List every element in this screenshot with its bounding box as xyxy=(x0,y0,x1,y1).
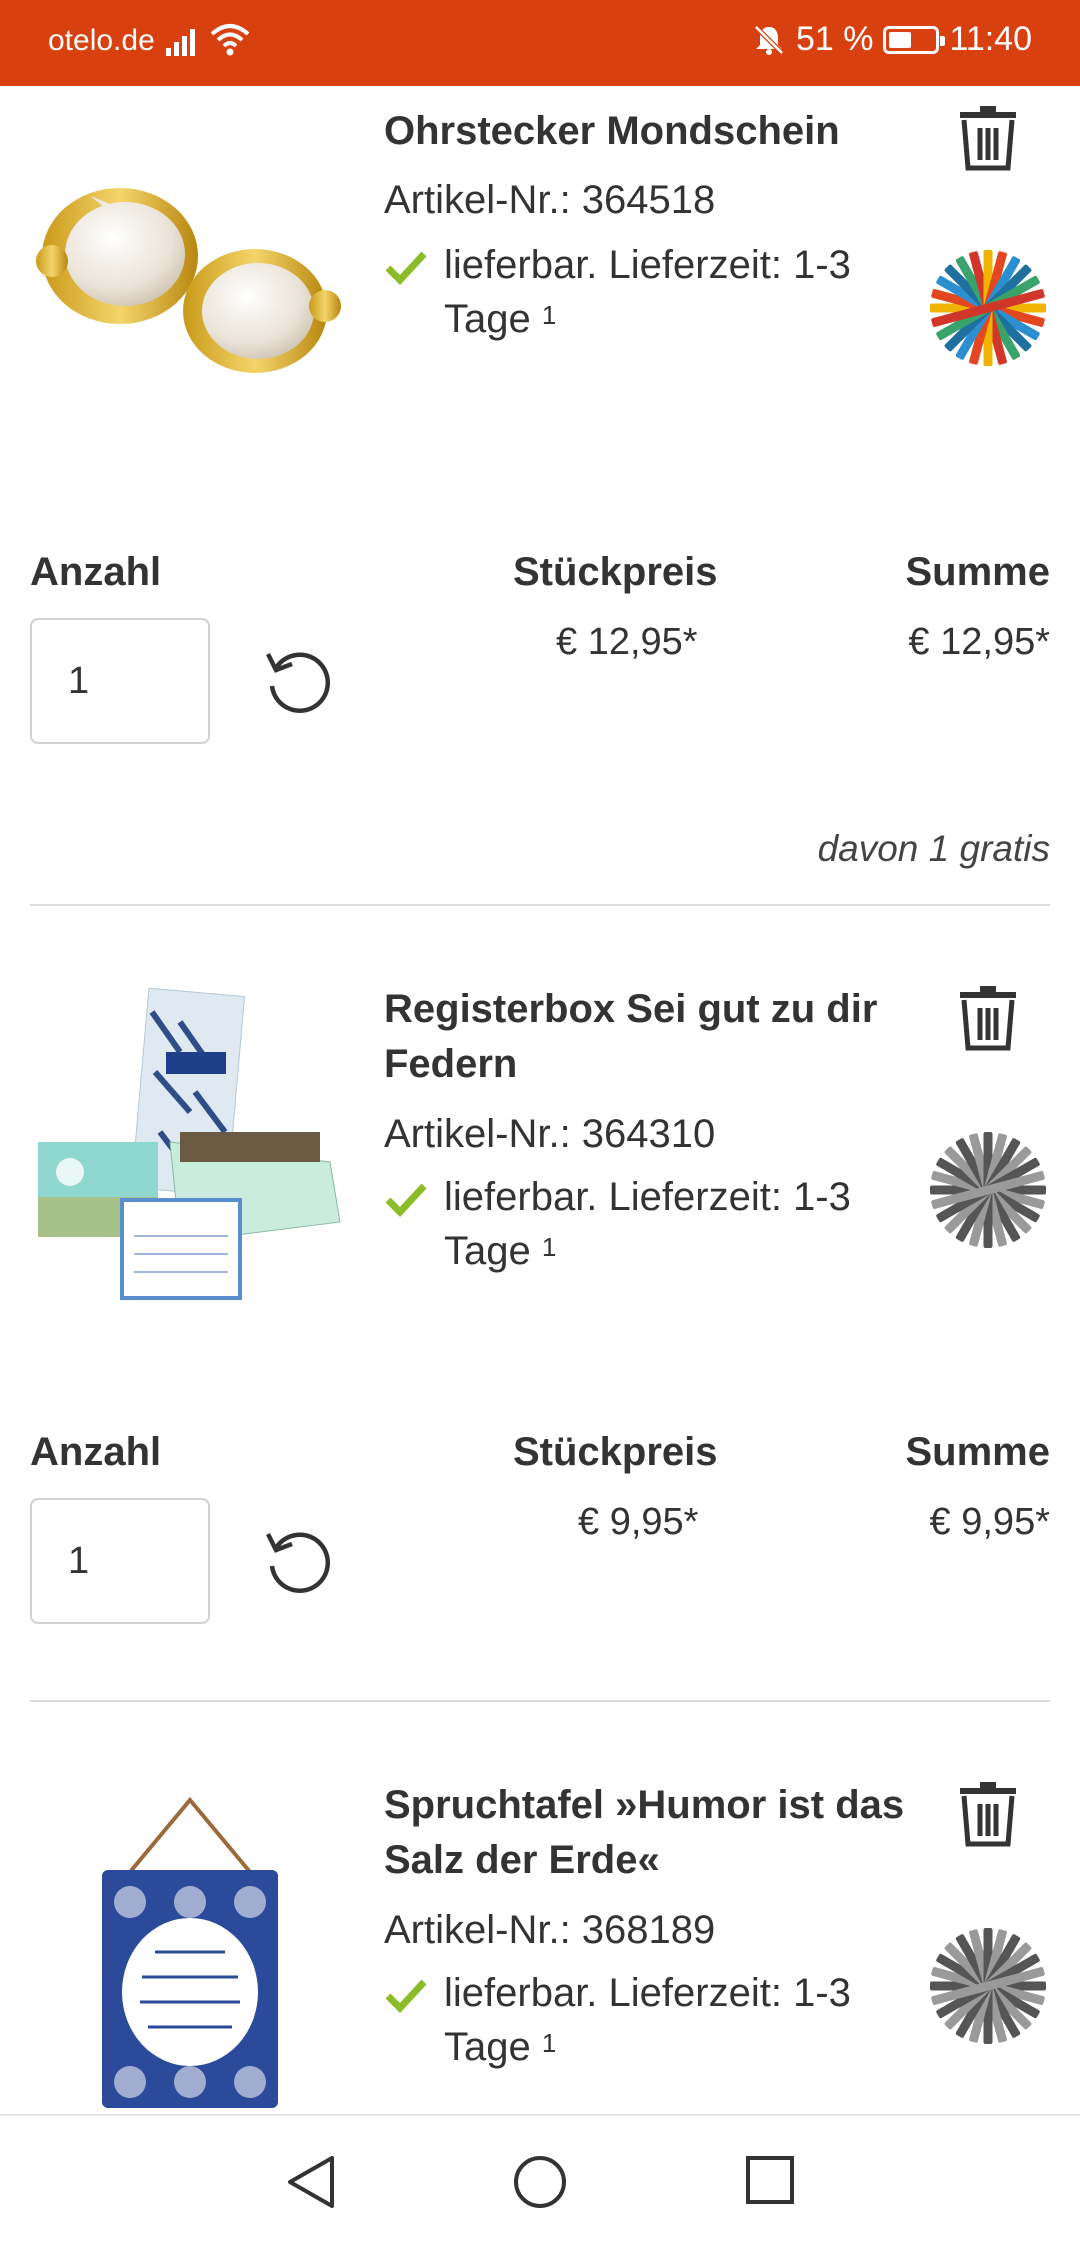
quantity-label: Anzahl xyxy=(30,1430,162,1474)
availability-text: lieferbar. Lieferzeit: 1-3 Tage xyxy=(444,243,851,341)
footnote-marker: 1 xyxy=(541,2028,557,2058)
availability: lieferbar. Lieferzeit: 1-3 Tage 1 xyxy=(384,1170,904,1278)
unit-price-label: Stückpreis xyxy=(513,1430,718,1474)
colorful-star-badge-icon xyxy=(930,250,1046,366)
cart-item: Spruchtafel »Humor ist das Salz der Erde… xyxy=(0,1702,1080,2114)
availability: lieferbar. Lieferzeit: 1-3 Tage 1 xyxy=(384,1966,904,2074)
availability-text: lieferbar. Lieferzeit: 1-3 Tage xyxy=(444,1175,851,1273)
product-title[interactable]: Registerbox Sei gut zu dir Federn xyxy=(384,982,924,1092)
trash-icon[interactable] xyxy=(956,1782,1020,1848)
total-price: € 9,95* xyxy=(929,1501,1050,1543)
product-title[interactable]: Spruchtafel »Humor ist das Salz der Erde… xyxy=(384,1778,924,1888)
status-right: 51 % 11:40 xyxy=(752,20,1032,59)
product-image-register-box[interactable] xyxy=(30,982,350,1302)
check-icon xyxy=(385,251,427,286)
check-icon xyxy=(385,1183,427,1218)
signal-icon xyxy=(166,29,195,56)
article-number: Artikel-Nr.: 364518 xyxy=(384,178,716,222)
quantity-input[interactable]: 1 xyxy=(30,1498,210,1624)
trash-icon[interactable] xyxy=(956,986,1020,1052)
product-image-earrings[interactable] xyxy=(30,126,350,446)
total-label: Summe xyxy=(905,1430,1051,1474)
home-circle-icon[interactable] xyxy=(512,2154,568,2210)
unit-price-label: Stückpreis xyxy=(513,550,718,594)
battery-fill xyxy=(889,31,912,48)
total-price: € 12,95* xyxy=(908,621,1050,663)
quantity-label: Anzahl xyxy=(30,550,162,594)
back-triangle-icon[interactable] xyxy=(284,2154,338,2210)
mute-bell-icon xyxy=(754,24,784,55)
unit-price: € 12,95* xyxy=(556,621,698,663)
gray-star-badge-icon xyxy=(930,1132,1046,1248)
cart-item: Registerbox Sei gut zu dir Federn Artike… xyxy=(0,906,1080,1702)
unit-price: € 9,95* xyxy=(578,1501,699,1543)
check-icon xyxy=(385,1979,427,2014)
clock: 11:40 xyxy=(949,20,1032,58)
status-bar: otelo.de 51 % 11:40 xyxy=(0,0,1080,86)
quantity-input[interactable]: 1 xyxy=(30,618,210,744)
battery-icon xyxy=(883,25,946,54)
carrier-name: otelo.de xyxy=(48,24,155,57)
product-title[interactable]: Ohrstecker Mondschein xyxy=(384,104,924,159)
trash-icon[interactable] xyxy=(956,106,1020,172)
footnote-marker: 1 xyxy=(541,300,557,330)
battery-percent: 51 % xyxy=(795,20,874,58)
availability: lieferbar. Lieferzeit: 1-3 Tage 1 xyxy=(384,238,904,346)
gray-star-badge-icon xyxy=(930,1928,1046,2044)
recents-square-icon[interactable] xyxy=(744,2154,796,2206)
refresh-icon[interactable] xyxy=(262,646,334,718)
article-number: Artikel-Nr.: 368189 xyxy=(384,1908,716,1952)
total-label: Summe xyxy=(905,550,1051,594)
free-note: davon 1 gratis xyxy=(817,828,1050,869)
system-nav-bar xyxy=(0,2114,1080,2244)
availability-text: lieferbar. Lieferzeit: 1-3 Tage xyxy=(444,1971,851,2069)
cart-item: Ohrstecker Mondschein Artikel-Nr.: 36451… xyxy=(0,86,1080,906)
wifi-icon xyxy=(210,24,250,56)
footnote-marker: 1 xyxy=(541,1232,557,1262)
refresh-icon[interactable] xyxy=(262,1526,334,1598)
product-image-sign[interactable] xyxy=(30,1792,350,2112)
article-number: Artikel-Nr.: 364310 xyxy=(384,1112,716,1156)
